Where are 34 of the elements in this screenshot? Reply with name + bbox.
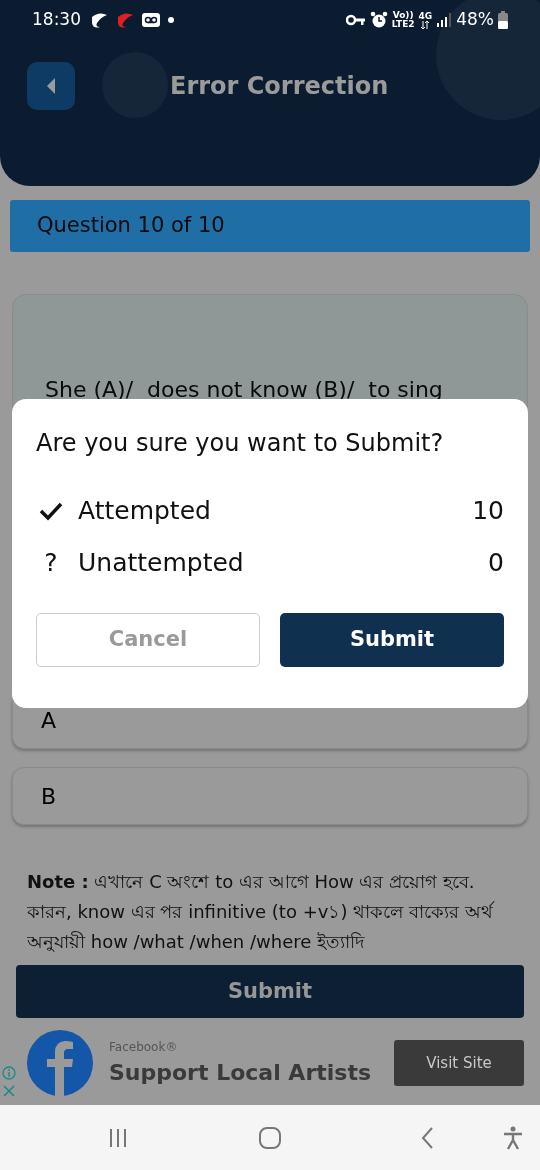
check-icon [39,501,63,521]
question-counter-bar: Question 10 of 10 [10,200,530,252]
note-text: Note : এখানে C অংশে to এর আগে How এর প্রয়োগ হবে. কারন, know এর পর infinitive (to +v১) থাকলে বাক্যের অর্থ অনুযায়ী how /what /when /where ইত্যাদি [27,870,496,954]
data-arrows-icon [420,20,431,29]
accessibility-icon[interactable] [502,1125,524,1150]
ad-headline: Support Local Artists [109,1058,372,1087]
submit-button[interactable]: Submit [16,965,524,1018]
page-title: Error Correction [170,71,389,102]
dialog-title: Are you sure you want to Submit? [36,428,445,459]
home-icon[interactable] [258,1125,282,1150]
dot-icon [165,16,177,24]
battery-icon [498,11,508,29]
status-time: 18:30 [32,8,81,32]
key-icon [345,14,366,26]
signal-icon [436,13,453,27]
volte-label: Vo)) [392,11,414,20]
status-count: 0 [488,547,504,580]
voicemail-icon [141,12,161,28]
back-icon [45,77,57,95]
back-button[interactable] [27,62,75,110]
visit-site-button[interactable]: Visit Site [394,1040,524,1086]
ad-advertiser: Facebook® [109,1038,179,1056]
back-icon[interactable] [420,1125,434,1150]
question-mark: ? [44,547,58,580]
submit-button[interactable]: Submit [280,613,504,667]
battery-percent: 48% [456,8,494,32]
answer-option[interactable]: B [12,767,528,825]
status-label: Attempted [78,495,212,528]
alarm-icon [369,11,388,29]
lte-label: LTE2 [391,20,415,29]
network-label: 4G [418,11,433,21]
status-count: 10 [472,495,504,528]
f-logo-icon [27,1030,93,1096]
status-label: Unattempted [78,547,245,580]
